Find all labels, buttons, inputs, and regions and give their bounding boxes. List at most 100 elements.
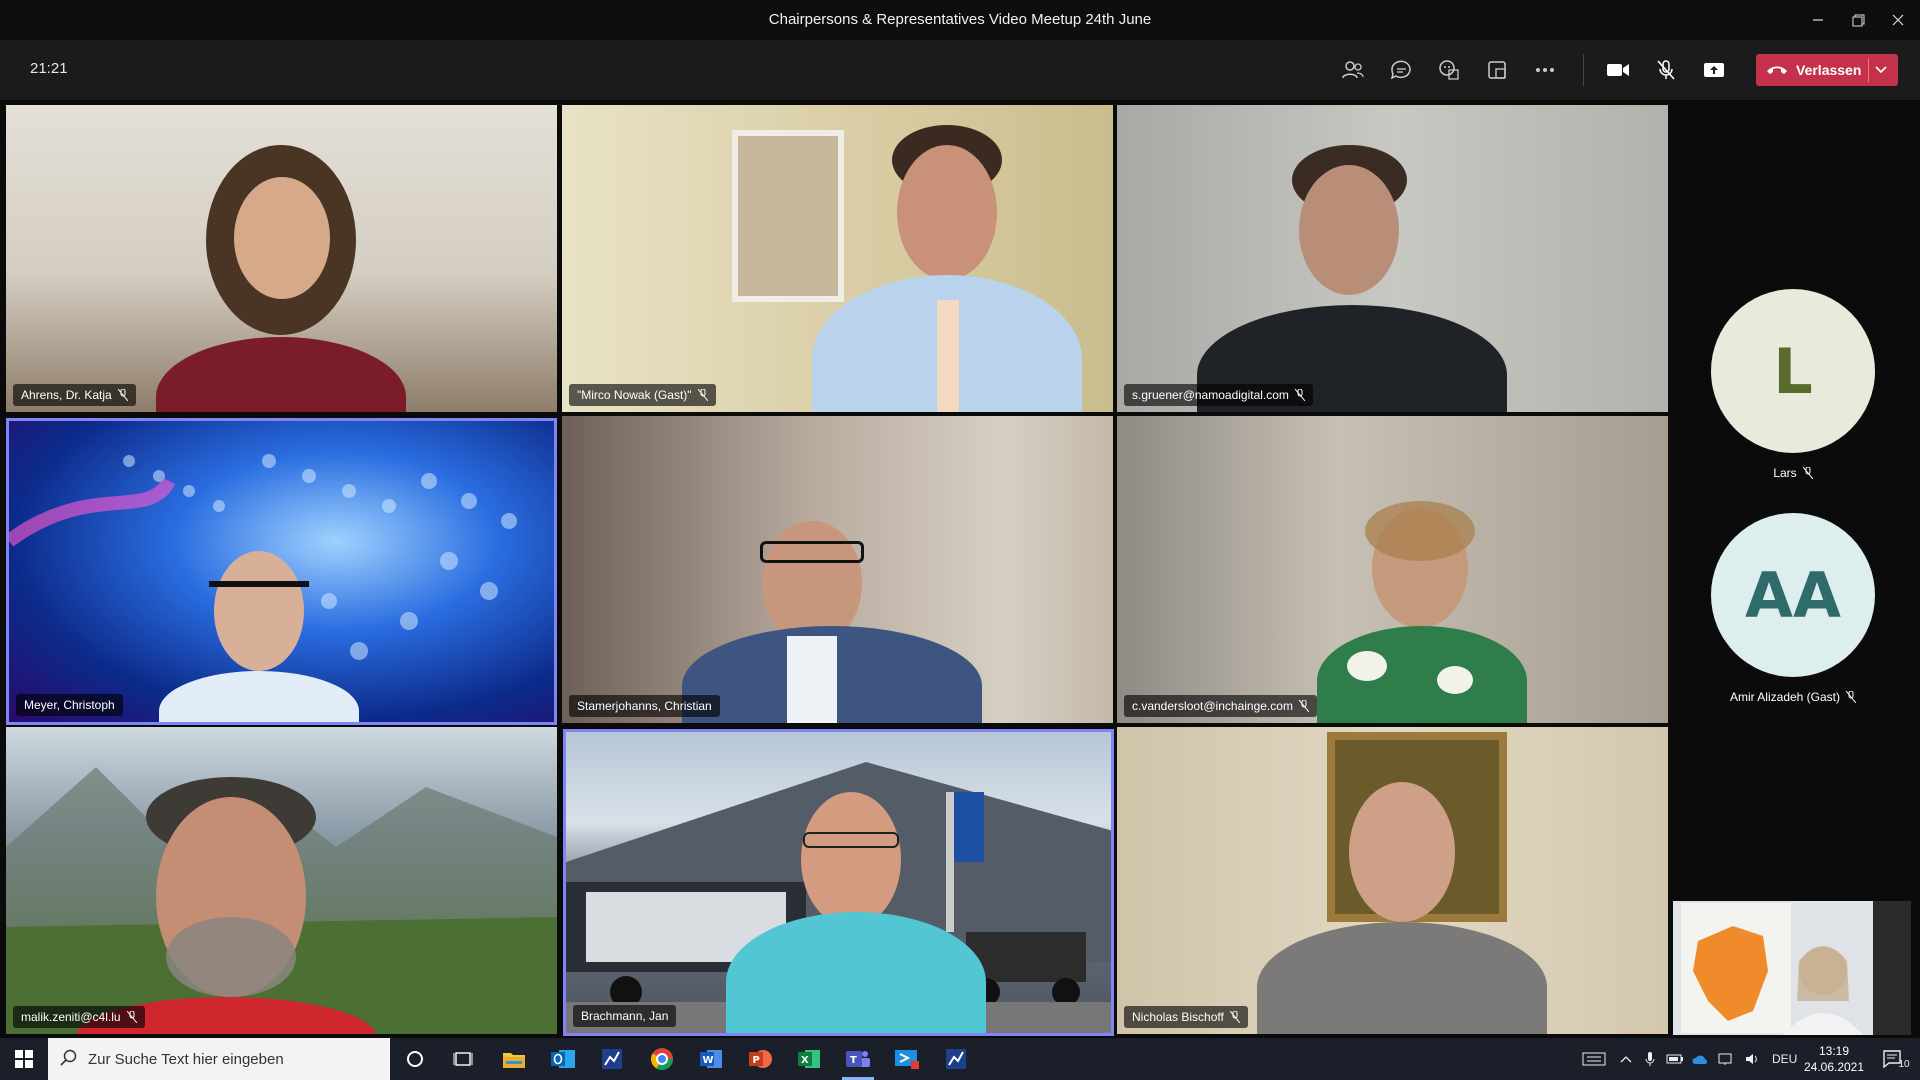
outlook-icon — [551, 1050, 575, 1068]
participant-name: Lars — [1773, 466, 1797, 480]
meeting-timer: 21:21 — [30, 60, 68, 77]
chart-app-icon — [946, 1049, 966, 1069]
rooms-button[interactable] — [1481, 54, 1513, 86]
avatar-nametag: Lars — [1673, 466, 1913, 480]
remote-desktop-icon — [895, 1050, 919, 1069]
svg-text:P: P — [753, 1055, 760, 1066]
video-tile[interactable]: "Mirco Nowak (Gast)" — [562, 105, 1113, 412]
mic-muted-icon — [1298, 700, 1309, 712]
participant-name: malik.zeniti@c4l.lu — [21, 1010, 121, 1024]
excel-icon: X — [798, 1050, 820, 1068]
minimize-icon — [1813, 19, 1823, 21]
self-view-video — [1673, 901, 1911, 1035]
meeting-toolbar: 21:21 Verlassen — [0, 40, 1920, 100]
restore-button[interactable] — [1838, 0, 1878, 40]
share-screen-button[interactable] — [1698, 54, 1730, 86]
mic-muted-icon — [1294, 389, 1305, 401]
leave-button[interactable]: Verlassen — [1756, 54, 1898, 86]
leave-divider — [1868, 58, 1869, 82]
video-tile[interactable]: malik.zeniti@c4l.lu — [6, 727, 557, 1034]
participant-name: Ahrens, Dr. Katja — [21, 388, 112, 402]
participants-icon — [1342, 61, 1364, 79]
chart-app-button[interactable] — [590, 1042, 634, 1076]
windows-logo-icon — [15, 1050, 33, 1068]
svg-text:X: X — [801, 1055, 809, 1066]
cortana-button[interactable] — [393, 1042, 437, 1076]
reactions-button[interactable] — [1433, 54, 1465, 86]
video-tile[interactable]: Stamerjohanns, Christian — [562, 416, 1113, 723]
onedrive-icon[interactable] — [1692, 1053, 1710, 1065]
leave-label: Verlassen — [1796, 62, 1862, 78]
participant-avatar[interactable]: AA — [1711, 513, 1875, 677]
windows-taskbar: Zur Suche Text hier eingeben W P X T DEU… — [0, 1038, 1920, 1080]
notification-center-button[interactable]: 10 — [1876, 1038, 1916, 1080]
svg-text:W: W — [703, 1055, 714, 1066]
reactions-icon — [1439, 60, 1459, 80]
rooms-icon — [1488, 61, 1506, 79]
hang-up-icon — [1767, 66, 1787, 74]
video-tile[interactable]: Meyer, Christoph — [6, 418, 557, 725]
mic-muted-icon — [1802, 467, 1813, 479]
microphone-icon[interactable] — [1644, 1051, 1656, 1067]
participant-nametag: Stamerjohanns, Christian — [569, 695, 720, 717]
video-tile[interactable]: Ahrens, Dr. Katja — [6, 105, 557, 412]
mic-muted-icon — [697, 389, 708, 401]
camera-icon — [1607, 64, 1629, 76]
taskbar-search-box[interactable]: Zur Suche Text hier eingeben — [48, 1038, 390, 1080]
taskbar-clock[interactable]: 13:19 24.06.2021 — [1800, 1043, 1868, 1075]
avatar-nametag: Amir Alizadeh (Gast) — [1673, 690, 1913, 704]
keyboard-icon[interactable] — [1582, 1051, 1606, 1067]
participant-nametag: Meyer, Christoph — [16, 694, 123, 716]
participant-name: Amir Alizadeh (Gast) — [1729, 690, 1841, 704]
video-tile[interactable]: c.vandersloot@inchainge.com — [1117, 416, 1668, 723]
participant-nametag: "Mirco Nowak (Gast)" — [569, 384, 716, 406]
share-screen-icon — [1704, 63, 1724, 77]
start-button[interactable] — [0, 1038, 48, 1080]
search-placeholder: Zur Suche Text hier eingeben — [88, 1051, 284, 1068]
video-tile[interactable]: Brachmann, Jan — [563, 729, 1114, 1036]
file-explorer-icon — [503, 1053, 525, 1068]
mic-muted-icon — [1846, 691, 1857, 703]
file-explorer-button[interactable] — [492, 1042, 536, 1076]
excel-button[interactable]: X — [787, 1042, 831, 1076]
mic-muted-icon — [1229, 1011, 1240, 1023]
word-button[interactable]: W — [689, 1042, 733, 1076]
task-view-button[interactable] — [441, 1042, 485, 1076]
participant-nametag: Nicholas Bischoff — [1124, 1006, 1248, 1028]
chart-app-button[interactable] — [934, 1042, 978, 1076]
close-icon — [1892, 14, 1904, 26]
chevron-up-icon[interactable] — [1620, 1054, 1632, 1064]
more-options-button[interactable] — [1529, 54, 1561, 86]
chrome-button[interactable] — [640, 1042, 684, 1076]
remote-desktop-button[interactable] — [885, 1042, 929, 1076]
network-icon[interactable] — [1718, 1052, 1736, 1066]
notification-count: 10 — [1898, 1058, 1910, 1070]
participant-name: Meyer, Christoph — [24, 698, 115, 712]
mic-muted-icon — [1657, 60, 1675, 80]
close-window-button[interactable] — [1878, 0, 1918, 40]
participants-button[interactable] — [1337, 54, 1369, 86]
system-tray: DEU — [1582, 1038, 1797, 1080]
powerpoint-button[interactable]: P — [738, 1042, 782, 1076]
camera-button[interactable] — [1602, 54, 1634, 86]
volume-icon[interactable] — [1744, 1052, 1762, 1066]
battery-icon[interactable] — [1666, 1053, 1684, 1065]
more-options-icon — [1536, 68, 1554, 72]
participant-avatar[interactable]: L — [1711, 289, 1875, 453]
self-view[interactable] — [1673, 901, 1911, 1035]
participant-nametag: Brachmann, Jan — [573, 1005, 677, 1027]
outlook-button[interactable] — [541, 1042, 585, 1076]
word-icon: W — [700, 1050, 722, 1068]
microphone-button[interactable] — [1650, 54, 1682, 86]
teams-button[interactable]: T — [836, 1042, 880, 1080]
teams-icon: T — [846, 1051, 870, 1067]
minimize-button[interactable] — [1798, 0, 1838, 40]
participant-name: c.vandersloot@inchainge.com — [1132, 699, 1293, 713]
video-tile[interactable]: s.gruener@namoadigital.com — [1117, 105, 1668, 412]
restore-icon — [1852, 14, 1864, 26]
input-language[interactable]: DEU — [1772, 1052, 1797, 1066]
task-view-icon — [453, 1052, 473, 1066]
video-tile[interactable]: Nicholas Bischoff — [1117, 727, 1668, 1034]
chat-button[interactable] — [1385, 54, 1417, 86]
participant-name: s.gruener@namoadigital.com — [1132, 388, 1289, 402]
